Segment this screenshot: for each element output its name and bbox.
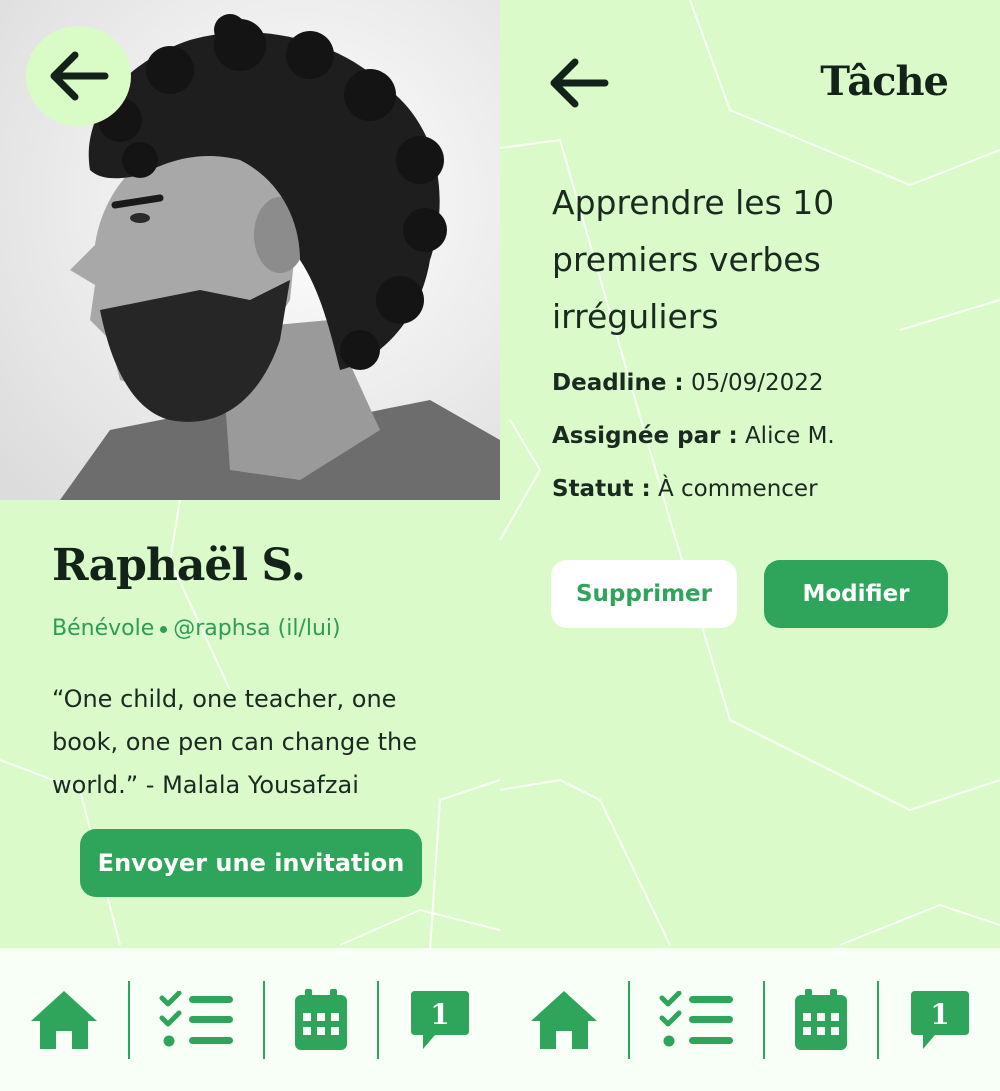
home-icon (31, 990, 98, 1049)
task-heading: Apprendre les 10 premiers verbes irrégul… (552, 183, 835, 336)
profile-handle: @raphsa (173, 616, 271, 641)
nav-messages[interactable]: 1 (879, 975, 1000, 1065)
nav-home[interactable] (0, 975, 128, 1065)
delete-button[interactable]: Supprimer (551, 560, 737, 628)
message-icon: 1 (910, 990, 969, 1049)
profile-role: Bénévole (52, 616, 155, 641)
calendar-icon (795, 988, 848, 1050)
separator-dot (160, 625, 168, 633)
status-row: Statut : À commencer (552, 476, 818, 502)
message-icon: 1 (410, 990, 469, 1049)
bottom-nav: 1 (0, 948, 500, 1091)
calendar-icon (295, 988, 348, 1050)
nav-tasks[interactable] (630, 975, 762, 1065)
profile-pronouns: (il/lui) (277, 616, 341, 641)
deadline-label: Deadline : (552, 370, 684, 396)
bottom-nav: 1 (500, 948, 1000, 1091)
assigned-row: Assignée par : Alice M. (552, 423, 835, 449)
arrow-left-icon (550, 58, 609, 108)
nav-messages[interactable]: 1 (379, 975, 500, 1065)
deadline-row: Deadline : 05/09/2022 (552, 370, 824, 396)
assigned-label: Assignée par : (552, 423, 738, 449)
message-badge: 1 (430, 998, 449, 1031)
profile-screen: Raphaël S. Bénévole @raphsa (il/lui) “One… (0, 0, 500, 1091)
background-pattern (500, 0, 1000, 946)
home-icon (531, 990, 598, 1049)
nav-tasks[interactable] (130, 975, 262, 1065)
status-label: Statut : (552, 476, 651, 502)
edit-button[interactable]: Modifier (764, 560, 948, 628)
back-button[interactable] (26, 26, 131, 126)
page-title: Tâche (820, 58, 949, 105)
status-value: À commencer (657, 476, 818, 502)
nav-home[interactable] (500, 975, 628, 1065)
back-button[interactable] (548, 55, 610, 111)
profile-quote: “One child, one teacher, one book, one p… (52, 685, 417, 799)
assigned-value: Alice M. (744, 423, 835, 449)
message-badge: 1 (930, 998, 949, 1031)
nav-calendar[interactable] (765, 975, 878, 1065)
profile-subtitle: Bénévole @raphsa (il/lui) (52, 616, 341, 641)
task-screen: Tâche Apprendre les 10 premiers verbes i… (500, 0, 1000, 1091)
send-invitation-button[interactable]: Envoyer une invitation (80, 829, 422, 897)
nav-calendar[interactable] (265, 975, 378, 1065)
checklist-icon (659, 990, 733, 1046)
checklist-icon (159, 990, 233, 1046)
deadline-value: 05/09/2022 (690, 370, 824, 396)
profile-name: Raphaël S. (52, 540, 306, 591)
arrow-left-icon (50, 51, 108, 101)
